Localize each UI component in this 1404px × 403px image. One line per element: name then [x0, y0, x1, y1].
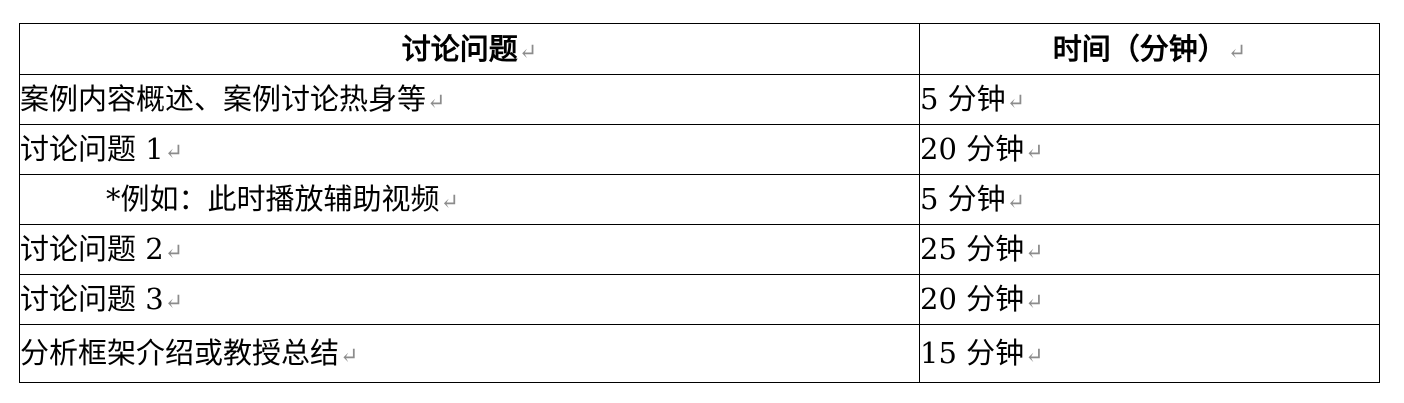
paragraph-mark-icon: ↵ — [518, 39, 538, 65]
header-duration-label: 时间（分钟） — [1052, 31, 1227, 66]
topic-cell: 讨论问题 2↵ — [19, 224, 920, 275]
paragraph-mark-icon: ↵ — [1025, 240, 1044, 265]
duration-text: 5 分钟 — [920, 82, 1006, 116]
topic-text: *例如：此时播放辅助视频 — [106, 182, 440, 216]
topic-cell: 讨论问题 3↵ — [19, 274, 920, 325]
topic-text: 讨论问题 1 — [20, 132, 164, 166]
duration-text: 25 分钟 — [920, 232, 1025, 266]
topic-cell: 讨论问题 1↵ — [19, 124, 920, 175]
header-duration-cell: 时间（分钟）↵ — [919, 23, 1380, 75]
topic-text: 分析框架介绍或教授总结 — [20, 336, 340, 370]
table-row: 分析框架介绍或教授总结↵ 15 分钟↵ — [19, 324, 1380, 383]
paragraph-mark-icon: ↵ — [1227, 39, 1247, 65]
duration-cell: 20 分钟↵ — [919, 274, 1380, 325]
table-row: 讨论问题 1↵ 20 分钟↵ — [19, 124, 1380, 175]
table-row: 讨论问题 3↵ 20 分钟↵ — [19, 274, 1380, 325]
paragraph-mark-icon: ↵ — [1006, 190, 1026, 215]
duration-text: 15 分钟 — [920, 336, 1025, 370]
duration-cell: 5 分钟↵ — [919, 174, 1380, 225]
header-topic-cell: 讨论问题↵ — [19, 23, 920, 75]
paragraph-mark-icon: ↵ — [1025, 290, 1044, 315]
paragraph-mark-icon: ↵ — [164, 140, 184, 165]
paragraph-mark-icon: ↵ — [440, 190, 459, 215]
topic-cell: 分析框架介绍或教授总结↵ — [19, 324, 920, 383]
header-row: 讨论问题↵ 时间（分钟）↵ — [19, 23, 1380, 75]
duration-text: 5 分钟 — [920, 182, 1006, 216]
schedule-table: 讨论问题↵ 时间（分钟）↵ 案例内容概述、案例讨论热身等↵ 5 分钟↵ 讨论问题… — [19, 23, 1380, 383]
paragraph-mark-icon: ↵ — [427, 90, 446, 115]
duration-cell: 5 分钟↵ — [919, 74, 1380, 125]
duration-text: 20 分钟 — [920, 132, 1025, 166]
header-topic-label: 讨论问题 — [401, 31, 518, 66]
duration-text: 20 分钟 — [920, 282, 1025, 316]
paragraph-mark-icon: ↵ — [1025, 344, 1044, 369]
table-row: 讨论问题 2↵ 25 分钟↵ — [19, 224, 1380, 275]
paragraph-mark-icon: ↵ — [1006, 90, 1026, 115]
paragraph-mark-icon: ↵ — [164, 290, 184, 315]
topic-text: 案例内容概述、案例讨论热身等 — [20, 82, 427, 116]
topic-text: 讨论问题 2 — [20, 232, 164, 266]
topic-cell: *例如：此时播放辅助视频↵ — [19, 174, 920, 225]
paragraph-mark-icon: ↵ — [1025, 140, 1044, 165]
duration-cell: 20 分钟↵ — [919, 124, 1380, 175]
paragraph-mark-icon: ↵ — [340, 344, 359, 369]
duration-cell: 15 分钟↵ — [919, 324, 1380, 383]
topic-text: 讨论问题 3 — [20, 282, 164, 316]
topic-cell: 案例内容概述、案例讨论热身等↵ — [19, 74, 920, 125]
paragraph-mark-icon: ↵ — [164, 240, 184, 265]
table-row: 案例内容概述、案例讨论热身等↵ 5 分钟↵ — [19, 74, 1380, 125]
duration-cell: 25 分钟↵ — [919, 224, 1380, 275]
table-row: *例如：此时播放辅助视频↵ 5 分钟↵ — [19, 174, 1380, 225]
